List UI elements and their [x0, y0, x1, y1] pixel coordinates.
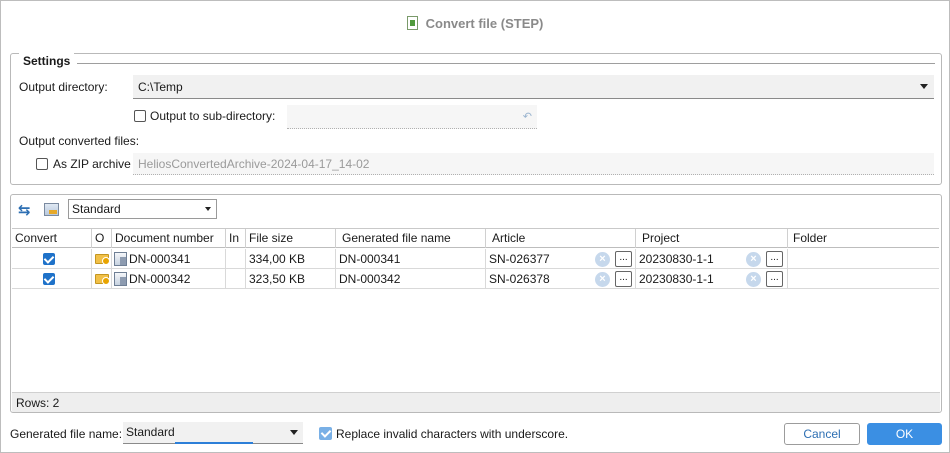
- document-icon: [114, 252, 127, 266]
- step-file-icon: [406, 16, 418, 30]
- generated-file-name[interactable]: DN-000341: [336, 249, 486, 269]
- output-directory-value: C:\Temp: [138, 80, 183, 94]
- folder-cell[interactable]: [788, 269, 939, 289]
- zip-archive-name-input[interactable]: HeliosConvertedArchive-2024-04-17_14-02: [133, 153, 934, 175]
- article-cell[interactable]: SN-026378 × ...: [486, 269, 636, 289]
- clear-icon[interactable]: ×: [746, 252, 761, 267]
- clear-icon[interactable]: ×: [746, 272, 761, 287]
- replace-invalid-label: Replace invalid characters with undersco…: [336, 427, 569, 441]
- file-size: 323,50 KB: [246, 269, 336, 289]
- col-folder[interactable]: Folder: [788, 229, 939, 248]
- output-directory-combo[interactable]: C:\Temp: [133, 75, 934, 99]
- subdir-input[interactable]: ↶: [287, 105, 537, 129]
- project-browse-button[interactable]: ...: [766, 251, 783, 267]
- generated-file-name-label: Generated file name:: [10, 427, 123, 441]
- settings-group: Settings Output directory: C:\Temp Outpu…: [10, 53, 942, 185]
- focus-underline: [175, 442, 253, 444]
- article-value: SN-026377: [489, 252, 550, 266]
- col-document-number[interactable]: Document number: [112, 229, 226, 248]
- chevron-down-icon[interactable]: [290, 430, 298, 435]
- rows-count: Rows: 2: [12, 392, 940, 412]
- title-bar: Convert file (STEP): [1, 1, 949, 45]
- col-in[interactable]: In: [226, 229, 246, 248]
- folder-lock-icon: [95, 254, 110, 265]
- settings-separator: [77, 63, 935, 64]
- clear-icon[interactable]: ×: [595, 272, 610, 287]
- in-cell: [226, 269, 246, 289]
- convert-checkbox[interactable]: [43, 273, 55, 285]
- article-browse-button[interactable]: ...: [615, 271, 632, 287]
- subdir-checkbox[interactable]: [134, 110, 146, 122]
- ok-button[interactable]: OK: [867, 423, 942, 445]
- settings-legend: Settings: [19, 53, 75, 69]
- project-value: 20230830-1-1: [639, 272, 714, 286]
- col-o[interactable]: O: [92, 229, 112, 248]
- output-converted-label: Output converted files:: [19, 134, 140, 148]
- document-icon: [114, 272, 127, 286]
- in-cell: [226, 249, 246, 269]
- refresh-icon[interactable]: ⇆: [18, 203, 34, 219]
- grid-toolbar: ⇆ Standard: [11, 195, 941, 227]
- project-cell[interactable]: 20230830-1-1 × ...: [636, 269, 788, 289]
- col-convert[interactable]: Convert: [12, 229, 92, 248]
- convert-file-dialog: Convert file (STEP) Settings Output dire…: [0, 0, 950, 453]
- clear-icon[interactable]: ×: [595, 252, 610, 267]
- project-value: 20230830-1-1: [639, 252, 714, 266]
- col-project[interactable]: Project: [636, 229, 788, 248]
- file-size: 334,00 KB: [246, 249, 336, 269]
- zip-archive-name-value: HeliosConvertedArchive-2024-04-17_14-02: [138, 157, 370, 171]
- project-browse-button[interactable]: ...: [766, 271, 783, 287]
- chevron-down-icon[interactable]: [920, 84, 928, 89]
- status-cell: [92, 249, 112, 269]
- folder-cell[interactable]: [788, 249, 939, 269]
- convert-cell: [12, 269, 92, 289]
- generated-file-name-select-value: Standard: [126, 425, 175, 439]
- view-select-value: Standard: [72, 202, 121, 216]
- status-cell: [92, 269, 112, 289]
- article-browse-button[interactable]: ...: [615, 251, 632, 267]
- cancel-button[interactable]: Cancel: [784, 423, 860, 445]
- output-directory-label: Output directory:: [19, 80, 108, 94]
- table-row[interactable]: DN-000341 334,00 KB DN-000341 SN-026377 …: [12, 249, 939, 269]
- files-grid-panel: ⇆ Standard Convert O Document number In …: [10, 194, 942, 413]
- undo-icon[interactable]: ↶: [523, 110, 532, 123]
- table-header: Convert O Document number In File size G…: [12, 229, 939, 248]
- view-select[interactable]: Standard: [68, 199, 217, 219]
- convert-cell: [12, 249, 92, 269]
- article-cell[interactable]: SN-026377 × ...: [486, 249, 636, 269]
- document-number-cell: DN-000341: [112, 249, 226, 269]
- col-file-size[interactable]: File size: [246, 229, 336, 248]
- subdir-label: Output to sub-directory:: [150, 109, 276, 123]
- window-title: Convert file (STEP): [425, 15, 544, 31]
- document-number-cell: DN-000342: [112, 269, 226, 289]
- table-row[interactable]: DN-000342 323,50 KB DN-000342 SN-026378 …: [12, 269, 939, 289]
- project-cell[interactable]: 20230830-1-1 × ...: [636, 249, 788, 269]
- document-number: DN-000342: [129, 272, 191, 286]
- document-number: DN-000341: [129, 252, 191, 266]
- zip-checkbox[interactable]: [36, 158, 48, 170]
- zip-label: As ZIP archive: [53, 157, 131, 171]
- generated-file-name[interactable]: DN-000342: [336, 269, 486, 289]
- replace-invalid-checkbox[interactable]: [319, 427, 332, 440]
- files-table: Convert O Document number In File size G…: [12, 228, 939, 391]
- col-generated-file-name[interactable]: Generated file name: [336, 229, 486, 248]
- convert-checkbox[interactable]: [43, 253, 55, 265]
- layout-icon[interactable]: [44, 203, 59, 216]
- generated-file-name-select[interactable]: Standard: [123, 422, 303, 444]
- folder-lock-icon: [95, 274, 110, 285]
- article-value: SN-026378: [489, 272, 550, 286]
- chevron-down-icon[interactable]: [205, 207, 211, 211]
- col-article[interactable]: Article: [486, 229, 636, 248]
